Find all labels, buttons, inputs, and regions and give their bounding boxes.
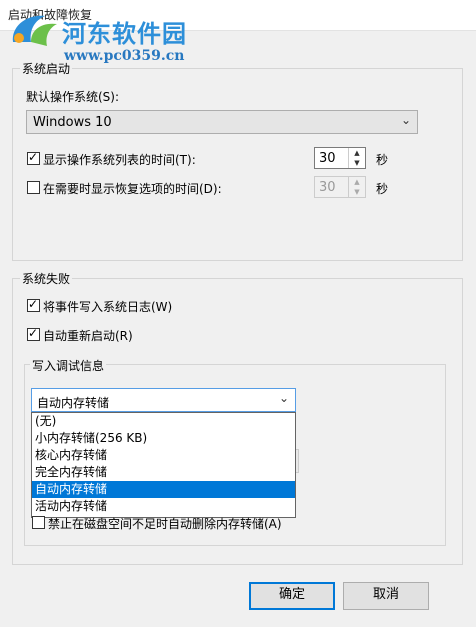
write-event-label: 将事件写入系统日志(W) [43, 300, 173, 314]
dropdown-option-none[interactable]: (无) [32, 413, 295, 430]
debug-info-legend: 写入调试信息 [30, 357, 107, 374]
auto-restart-label: 自动重新启动(R) [43, 329, 133, 343]
default-os-label: 默认操作系统(S): [26, 90, 120, 104]
default-os-value: Windows 10 [33, 115, 112, 130]
show-os-list-label: 显示操作系统列表的时间(T): [43, 153, 196, 167]
system-failure-legend: 系统失败 [20, 270, 73, 287]
auto-restart-checkbox[interactable] [27, 326, 40, 341]
disable-paging-checkbox[interactable] [32, 516, 45, 529]
debug-info-selected: 自动内存转储 [37, 396, 110, 410]
system-startup-legend: 系统启动 [20, 60, 73, 77]
seconds-unit-2: 秒 [376, 182, 389, 196]
debug-info-select[interactable]: 自动内存转储 ⌄ [31, 388, 296, 412]
dropdown-option-complete[interactable]: 完全内存转储 [32, 464, 295, 481]
show-recovery-spinner: 30 ▲ ▼ [314, 176, 366, 198]
seconds-unit-1: 秒 [376, 153, 389, 167]
show-recovery-value: 30 [319, 180, 336, 195]
show-recovery-checkbox[interactable] [27, 181, 40, 194]
spin-down-icon[interactable]: ▼ [349, 158, 365, 168]
spin-up-icon: ▲ [354, 178, 360, 186]
watermark-brand: 河东软件园 [62, 19, 187, 48]
show-recovery-label: 在需要时显示恢复选项的时间(D): [43, 182, 222, 196]
watermark-logo-icon [12, 15, 57, 46]
show-os-list-value[interactable]: 30 [319, 151, 336, 166]
spin-up-icon[interactable]: ▲ [349, 148, 365, 158]
spin-down-icon: ▼ [354, 188, 360, 196]
watermark-url: www.pc0359.cn [64, 48, 185, 64]
cancel-button[interactable]: 取消 [343, 582, 429, 610]
dropdown-option-automatic[interactable]: 自动内存转储 [32, 481, 295, 498]
dropdown-option-kernel[interactable]: 核心内存转储 [32, 447, 295, 464]
dropdown-option-active[interactable]: 活动内存转储 [32, 498, 295, 515]
disable-paging-label: 禁止在磁盘空间不足时自动删除内存转储(A) [48, 517, 282, 531]
ok-button[interactable]: 确定 [249, 582, 335, 610]
show-os-list-checkbox[interactable] [27, 150, 40, 165]
dropdown-option-small[interactable]: 小内存转储(256 KB) [32, 430, 295, 447]
debug-info-dropdown-list: (无) 小内存转储(256 KB) 核心内存转储 完全内存转储 自动内存转储 活… [31, 412, 296, 518]
chevron-down-icon: ⌄ [278, 391, 289, 405]
default-os-select[interactable]: Windows 10 ⌄ [26, 110, 418, 134]
chevron-down-icon: ⌄ [400, 113, 411, 127]
write-event-checkbox[interactable] [27, 297, 40, 312]
show-os-list-spinner[interactable]: 30 ▲ ▼ [314, 147, 366, 169]
